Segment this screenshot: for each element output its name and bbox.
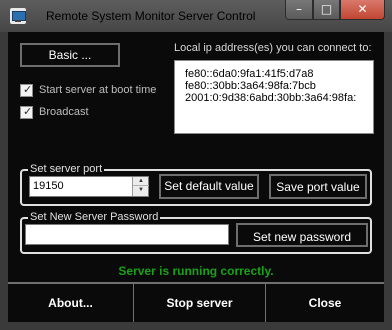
start-at-boot-checkbox[interactable]: ✓ <box>20 83 33 97</box>
window-title: Remote System Monitor Server Control <box>46 9 256 23</box>
checkmark-icon: ✓ <box>23 105 33 118</box>
server-password-legend: Set New Server Password <box>28 211 161 223</box>
broadcast-label: Broadcast <box>39 106 89 118</box>
stop-server-button[interactable]: Stop server <box>134 284 266 322</box>
ip-list-label: Local ip address(es) you can connect to: <box>174 42 372 54</box>
close-button[interactable]: Close <box>266 284 384 322</box>
basic-mode-button[interactable]: Basic ... <box>20 43 120 67</box>
start-at-boot-label: Start server at boot time <box>39 84 157 96</box>
set-password-button[interactable]: Set new password <box>236 223 368 247</box>
step-down-icon[interactable]: ▼ <box>133 186 149 195</box>
about-button[interactable]: About... <box>8 284 134 322</box>
ip-address-list[interactable]: fe80::6da0:9fa1:41f5:d7a8 fe80::30bb:3a6… <box>174 60 374 134</box>
app-window: Remote System Monitor Server Control – □… <box>0 0 392 330</box>
title-bar[interactable]: Remote System Monitor Server Control – □… <box>0 0 392 32</box>
step-up-icon[interactable]: ▲ <box>133 177 149 186</box>
close-window-button[interactable]: ✕ <box>340 0 385 20</box>
maximize-button[interactable]: □ <box>313 0 340 20</box>
minimize-button[interactable]: – <box>285 0 313 20</box>
server-port-group: Set server port 19150 ▲ ▼ Set default va… <box>20 163 372 206</box>
password-input[interactable] <box>25 224 229 245</box>
monitor-icon <box>10 8 26 24</box>
client-area: Basic ... Local ip address(es) you can c… <box>8 32 384 322</box>
server-port-legend: Set server port <box>28 163 105 175</box>
checkmark-icon: ✓ <box>23 83 33 96</box>
port-input[interactable]: 19150 <box>29 176 149 197</box>
ip-address-item[interactable]: 2001:0:9d38:6abd:30bb:3a64:98fa: <box>185 92 356 105</box>
broadcast-checkbox[interactable]: ✓ <box>20 105 33 119</box>
server-password-group: Set New Server Password Set new password <box>20 211 372 254</box>
set-default-port-button[interactable]: Set default value <box>159 174 259 199</box>
bottom-button-bar: About... Stop server Close <box>8 282 384 322</box>
save-port-button[interactable]: Save port value <box>269 174 367 199</box>
port-stepper[interactable]: ▲ ▼ <box>132 177 149 196</box>
server-status-text: Server is running correctly. <box>118 264 274 278</box>
